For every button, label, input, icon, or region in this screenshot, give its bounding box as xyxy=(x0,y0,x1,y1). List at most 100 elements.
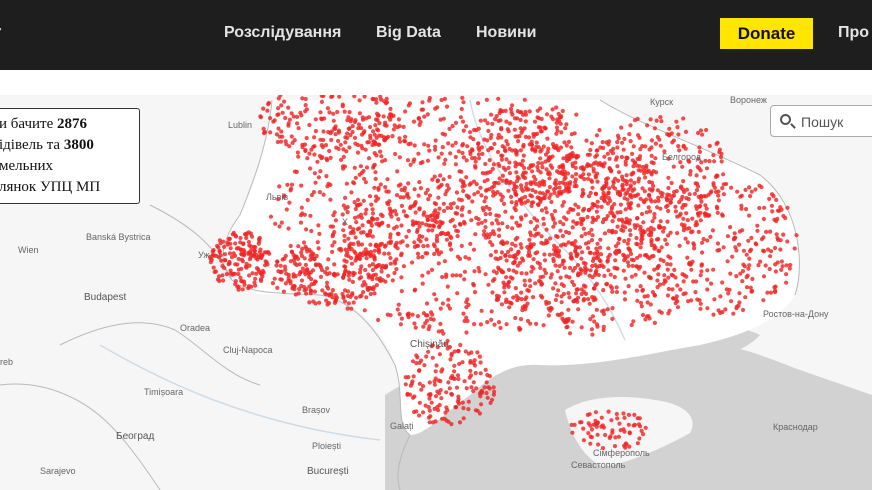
church-dot[interactable] xyxy=(704,166,710,171)
church-dot[interactable] xyxy=(477,411,482,416)
church-dot[interactable] xyxy=(636,168,641,173)
church-dot[interactable] xyxy=(593,283,598,288)
church-dot[interactable] xyxy=(482,199,487,204)
church-dot[interactable] xyxy=(424,354,429,359)
church-dot[interactable] xyxy=(464,175,469,180)
church-dot[interactable] xyxy=(700,250,705,255)
church-dot[interactable] xyxy=(281,289,286,294)
church-dot[interactable] xyxy=(365,285,370,290)
church-dot[interactable] xyxy=(513,160,518,165)
church-dot[interactable] xyxy=(519,130,524,135)
church-dot[interactable] xyxy=(341,154,346,159)
church-dot[interactable] xyxy=(231,251,236,256)
church-dot[interactable] xyxy=(527,237,532,242)
church-dot[interactable] xyxy=(496,161,501,167)
church-dot[interactable] xyxy=(552,209,558,214)
church-dot[interactable] xyxy=(625,254,630,259)
church-dot[interactable] xyxy=(236,285,241,290)
church-dot[interactable] xyxy=(388,239,393,244)
church-dot[interactable] xyxy=(426,228,431,233)
church-dot[interactable] xyxy=(716,193,721,198)
church-dot[interactable] xyxy=(509,194,514,199)
church-dot[interactable] xyxy=(323,143,329,148)
church-dot[interactable] xyxy=(738,194,743,199)
church-dot[interactable] xyxy=(421,244,426,249)
church-dot[interactable] xyxy=(443,157,448,162)
church-dot[interactable] xyxy=(703,158,708,163)
church-dot[interactable] xyxy=(694,188,700,193)
church-dot[interactable] xyxy=(313,180,318,185)
church-dot[interactable] xyxy=(369,286,374,291)
church-dot[interactable] xyxy=(420,100,425,105)
church-dot[interactable] xyxy=(426,349,431,354)
church-dot[interactable] xyxy=(528,321,533,326)
church-dot[interactable] xyxy=(564,217,569,222)
church-dot[interactable] xyxy=(541,274,546,279)
church-dot[interactable] xyxy=(554,253,560,258)
church-dot[interactable] xyxy=(405,158,411,163)
church-dot[interactable] xyxy=(464,330,469,335)
church-dot[interactable] xyxy=(355,150,361,155)
church-dot[interactable] xyxy=(519,217,524,222)
church-dot[interactable] xyxy=(455,399,461,404)
church-dot[interactable] xyxy=(595,241,600,246)
church-dot[interactable] xyxy=(494,218,499,223)
church-dot[interactable] xyxy=(684,211,689,216)
church-dot[interactable] xyxy=(363,211,368,216)
church-dot[interactable] xyxy=(236,271,241,277)
church-dot[interactable] xyxy=(539,116,544,122)
church-dot[interactable] xyxy=(239,279,244,284)
church-dot[interactable] xyxy=(611,180,616,185)
church-dot[interactable] xyxy=(330,249,335,254)
church-dot[interactable] xyxy=(330,243,335,248)
church-dot[interactable] xyxy=(514,149,520,154)
church-dot[interactable] xyxy=(588,190,593,195)
church-dot[interactable] xyxy=(382,138,387,143)
church-dot[interactable] xyxy=(431,224,437,229)
church-dot[interactable] xyxy=(455,291,460,296)
church-dot[interactable] xyxy=(568,251,573,256)
church-dot[interactable] xyxy=(595,199,600,204)
church-dot[interactable] xyxy=(579,291,584,297)
church-dot[interactable] xyxy=(370,262,375,267)
church-dot[interactable] xyxy=(492,141,497,146)
church-dot[interactable] xyxy=(554,293,560,298)
church-dot[interactable] xyxy=(488,400,493,405)
church-dot[interactable] xyxy=(547,176,552,181)
church-dot[interactable] xyxy=(725,259,730,264)
church-dot[interactable] xyxy=(775,216,780,221)
church-dot[interactable] xyxy=(690,216,695,221)
church-dot[interactable] xyxy=(350,291,355,296)
church-dot[interactable] xyxy=(675,231,680,236)
church-dot[interactable] xyxy=(674,189,679,194)
church-dot[interactable] xyxy=(640,186,645,191)
church-dot[interactable] xyxy=(632,160,637,165)
church-dot[interactable] xyxy=(610,219,615,224)
church-dot[interactable] xyxy=(569,145,574,150)
church-dot[interactable] xyxy=(558,275,563,280)
church-dot[interactable] xyxy=(477,269,482,274)
church-dot[interactable] xyxy=(506,188,511,193)
church-dot[interactable] xyxy=(372,185,377,190)
church-dot[interactable] xyxy=(606,268,611,273)
church-dot[interactable] xyxy=(748,249,753,254)
church-dot[interactable] xyxy=(622,136,627,141)
church-dot[interactable] xyxy=(455,205,460,210)
church-dot[interactable] xyxy=(539,147,544,152)
church-dot[interactable] xyxy=(593,173,598,178)
church-dot[interactable] xyxy=(503,209,508,214)
church-dot[interactable] xyxy=(502,290,507,295)
church-dot[interactable] xyxy=(344,181,349,186)
church-dot[interactable] xyxy=(354,220,359,225)
church-dot[interactable] xyxy=(372,255,377,260)
church-dot[interactable] xyxy=(506,267,512,272)
church-dot[interactable] xyxy=(627,431,632,436)
church-dot[interactable] xyxy=(659,119,664,124)
church-dot[interactable] xyxy=(401,124,406,129)
church-dot[interactable] xyxy=(487,158,492,163)
church-dot[interactable] xyxy=(434,239,440,244)
church-dot[interactable] xyxy=(677,243,682,248)
church-dot[interactable] xyxy=(458,342,463,348)
church-dot[interactable] xyxy=(582,297,587,302)
church-dot[interactable] xyxy=(616,241,621,246)
